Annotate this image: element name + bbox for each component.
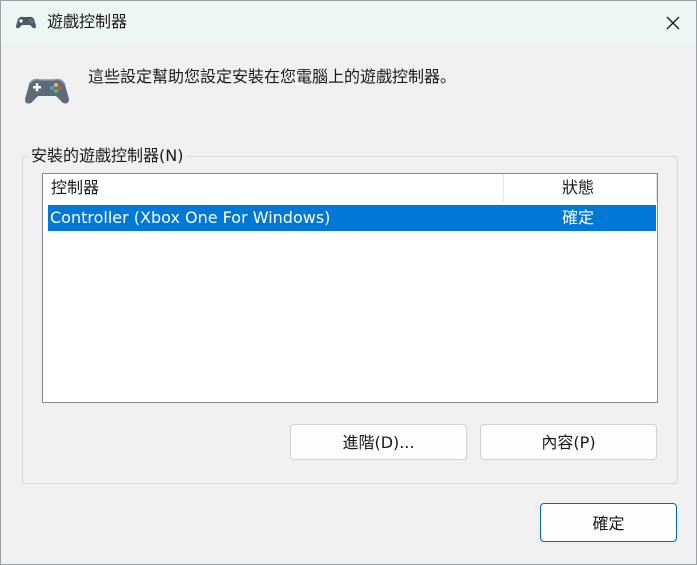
gamepad-icon: [15, 13, 37, 31]
controllers-list[interactable]: 控制器 狀態 Controller (Xbox One For Windows)…: [42, 173, 658, 403]
list-header: 控制器 狀態: [43, 174, 657, 202]
list-item[interactable]: Controller (Xbox One For Windows) 確定: [48, 205, 656, 231]
advanced-button[interactable]: 進階(D)...: [290, 424, 467, 460]
ok-button[interactable]: 確定: [540, 503, 677, 542]
column-header-status[interactable]: 狀態: [504, 174, 657, 202]
gamepad-large-icon: [23, 73, 71, 107]
column-header-controller[interactable]: 控制器: [43, 174, 504, 202]
controller-status: 確定: [562, 208, 595, 227]
group-label: 安裝的遊戲控制器(N): [27, 146, 188, 166]
description-text: 這些設定幫助您設定安裝在您電腦上的遊戲控制器。: [88, 67, 457, 86]
game-controllers-dialog: 遊戲控制器 這些設定幫助您設定安裝在您電腦上的遊戲控制器。 安裝的遊戲控制器(N…: [0, 0, 697, 565]
close-icon: [666, 16, 680, 30]
title-bar[interactable]: 遊戲控制器: [1, 1, 696, 45]
properties-button[interactable]: 內容(P): [480, 424, 657, 460]
window-title: 遊戲控制器: [47, 12, 128, 31]
close-button[interactable]: [658, 9, 688, 37]
controller-name: Controller (Xbox One For Windows): [50, 208, 331, 227]
